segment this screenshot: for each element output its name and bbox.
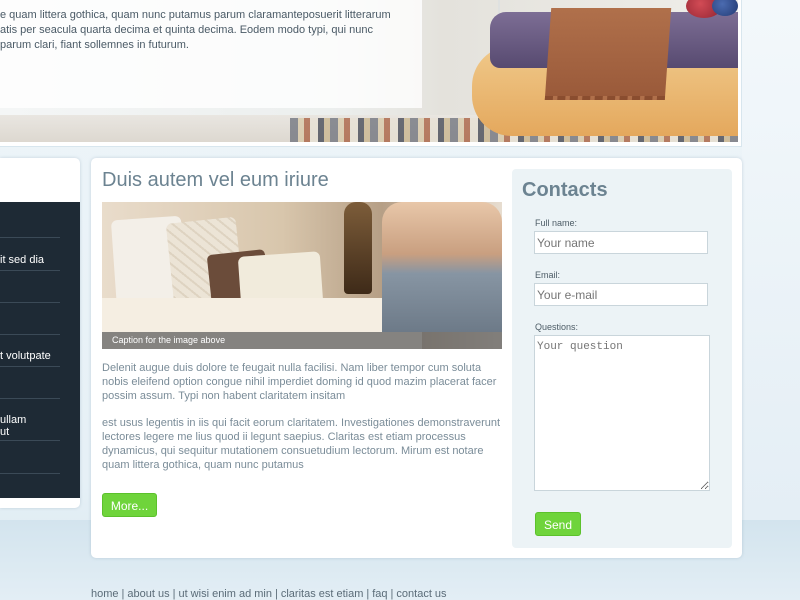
footer-link-ut-wisi[interactable]: ut wisi enim ad min <box>178 588 272 600</box>
sidebar-item[interactable]: it sed dia <box>0 239 60 271</box>
footer-separator: | <box>390 588 394 600</box>
hero-banner: e quam littera gothica, quam nunc putamu… <box>0 0 742 147</box>
footer-link-claritas[interactable]: claritas est etiam <box>281 588 364 600</box>
questions-label: Questions: <box>535 322 579 332</box>
sidebar-item[interactable]: ullam ut <box>0 399 60 441</box>
hero-blanket <box>544 8 672 100</box>
article-paragraph: Delenit augue duis dolore te feugait nul… <box>102 362 497 402</box>
footer-separator: | <box>121 588 125 600</box>
article-paragraph: est usus legentis in iis qui facit eorum… <box>102 417 501 471</box>
send-button[interactable]: Send <box>535 512 581 536</box>
footer-link-home[interactable]: home <box>91 588 119 600</box>
hero-text-line: parum clari, fiant sollemnes in futurum. <box>0 39 189 51</box>
footer-separator: | <box>172 588 176 600</box>
more-button[interactable]: More... <box>102 493 157 517</box>
fullname-label: Full name: <box>535 218 578 228</box>
footer-separator: | <box>366 588 370 600</box>
sidebar-item[interactable] <box>0 442 60 474</box>
sidebar-item-label: t volutpate <box>0 350 51 362</box>
email-field[interactable] <box>534 283 708 306</box>
sidebar-item[interactable] <box>0 367 60 399</box>
sidebar-item[interactable]: t volutpate <box>0 335 60 367</box>
hero-text: e quam littera gothica, quam nunc putamu… <box>0 8 412 53</box>
image-caption: Caption for the image above <box>102 332 502 349</box>
hero-text-line: e quam littera gothica, quam nunc putamu… <box>0 9 391 21</box>
email-label: Email: <box>535 270 561 280</box>
sidebar-item-label: ullam ut <box>0 414 27 438</box>
footer-link-faq[interactable]: faq <box>372 588 387 600</box>
sidebar-item[interactable] <box>0 206 60 238</box>
footer-separator: | <box>275 588 278 600</box>
footer-nav: home | about us | ut wisi enim ad min | clarit… <box>91 588 447 600</box>
left-sidebar-nav: it sed dia t volutpate ullam ut <box>0 202 80 498</box>
article-title: Duis autem vel eum iriure <box>102 169 329 191</box>
image-person <box>382 202 502 332</box>
contacts-title: Contacts <box>522 179 608 201</box>
questions-textarea[interactable] <box>534 335 710 491</box>
page-background-right <box>742 0 800 520</box>
article-image: Caption for the image above <box>102 202 502 349</box>
fullname-field[interactable] <box>534 231 708 254</box>
image-lamp <box>344 202 372 294</box>
sidebar-item[interactable] <box>0 271 60 303</box>
footer-link-contact[interactable]: contact us <box>396 588 446 600</box>
footer-link-about[interactable]: about us <box>127 588 169 600</box>
sidebar-item[interactable] <box>0 303 60 335</box>
hero-text-line: atis per seacula quarta decima et quinta… <box>0 24 373 36</box>
sidebar-item-label: it sed dia <box>0 254 45 266</box>
